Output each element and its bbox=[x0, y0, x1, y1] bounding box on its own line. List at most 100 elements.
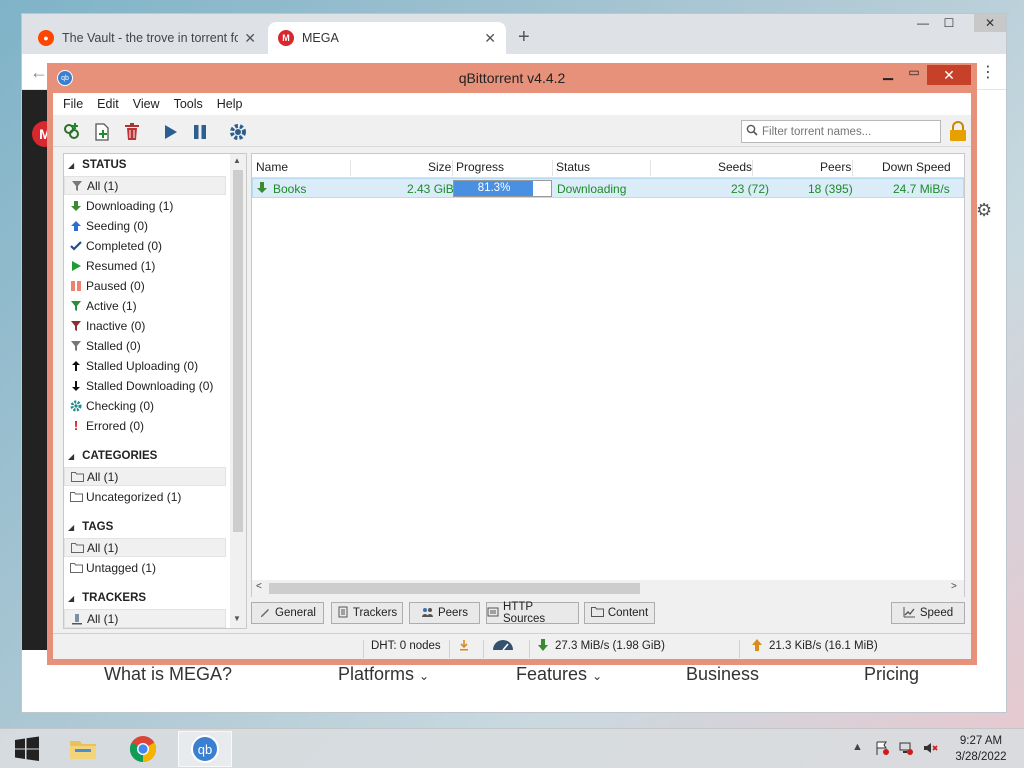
lock-icon[interactable] bbox=[947, 121, 967, 143]
flag-notification-icon[interactable] bbox=[874, 740, 890, 759]
speed-limit-icon[interactable] bbox=[491, 638, 515, 655]
categories-section-header[interactable]: ◢ CATEGORIES bbox=[68, 450, 157, 462]
trackers-section-header[interactable]: ◢ TRACKERS bbox=[68, 592, 146, 604]
volume-muted-icon[interactable] bbox=[922, 740, 938, 759]
menu-edit[interactable]: Edit bbox=[97, 97, 129, 111]
mega-nav-what-is-mega[interactable]: What is MEGA? bbox=[104, 664, 232, 685]
chrome-taskbar-icon[interactable] bbox=[116, 731, 170, 767]
start-button[interactable] bbox=[0, 731, 54, 767]
scroll-down-icon[interactable]: ▼ bbox=[233, 614, 241, 623]
close-button[interactable]: ✕ bbox=[927, 65, 971, 85]
stalled-down-icon bbox=[68, 378, 84, 394]
add-torrent-link-icon[interactable] bbox=[61, 121, 83, 143]
tab-general[interactable]: General bbox=[251, 602, 324, 624]
status-filter-all[interactable]: All (1) bbox=[64, 176, 226, 195]
tab-http-sources[interactable]: HTTP Sources bbox=[486, 601, 579, 625]
scroll-up-icon[interactable]: ▲ bbox=[233, 156, 241, 165]
torrent-list: Name Size Progress Status Seeds Peers Do… bbox=[251, 153, 965, 597]
show-hidden-icons-icon[interactable]: ▲ bbox=[852, 741, 863, 753]
menu-file[interactable]: File bbox=[63, 97, 93, 111]
window-title: qBittorrent v4.4.2 bbox=[458, 70, 566, 86]
status-section-header[interactable]: ◢ STATUS bbox=[68, 159, 126, 171]
mega-nav-business[interactable]: Business bbox=[686, 664, 759, 685]
status-filter-inactive[interactable]: Inactive (0) bbox=[64, 316, 226, 335]
tab-content[interactable]: Content bbox=[584, 602, 655, 624]
connection-status-icon[interactable] bbox=[457, 638, 471, 655]
status-separator bbox=[363, 640, 364, 658]
back-arrow-icon[interactable]: ← bbox=[30, 62, 48, 83]
status-filter-active[interactable]: Active (1) bbox=[64, 296, 226, 315]
scrollbar-thumb[interactable] bbox=[269, 583, 640, 594]
tab-peers[interactable]: Peers bbox=[409, 602, 480, 624]
status-filter-paused[interactable]: Paused (0) bbox=[64, 276, 226, 295]
status-filter-stalled[interactable]: Stalled (0) bbox=[64, 336, 226, 355]
folder-icon bbox=[68, 489, 84, 505]
network-icon[interactable] bbox=[898, 740, 914, 759]
menu-help[interactable]: Help bbox=[217, 97, 253, 111]
column-peers[interactable]: Peers bbox=[820, 160, 851, 174]
status-filter-stalled-uploading[interactable]: Stalled Uploading (0) bbox=[64, 356, 226, 375]
add-torrent-file-icon[interactable] bbox=[91, 121, 113, 143]
category-uncategorized[interactable]: Uncategorized (1) bbox=[64, 487, 226, 506]
options-gear-icon[interactable] bbox=[227, 121, 249, 143]
mega-nav-platforms[interactable]: Platforms ⌄ bbox=[338, 664, 429, 685]
browser-tab-the-vault[interactable]: ● The Vault - the trove in torrent fo ✕ bbox=[28, 22, 266, 54]
filter-search-box[interactable] bbox=[741, 120, 941, 143]
status-filter-checking[interactable]: Checking (0) bbox=[64, 396, 226, 415]
qbittorrent-taskbar-icon[interactable]: qb bbox=[178, 731, 232, 767]
tab-trackers[interactable]: Trackers bbox=[331, 602, 403, 624]
file-explorer-taskbar-icon[interactable] bbox=[56, 731, 110, 767]
sidebar-scrollbar[interactable]: ▲ ▼ bbox=[230, 154, 246, 628]
browser-minimize-button[interactable]: — bbox=[912, 14, 934, 32]
system-clock[interactable]: 9:27 AM 3/28/2022 bbox=[948, 733, 1014, 765]
status-label: Seeding (0) bbox=[86, 218, 149, 233]
close-tab-icon[interactable]: ✕ bbox=[484, 30, 496, 47]
maximize-button[interactable]: ▭ bbox=[901, 65, 927, 85]
menu-tools[interactable]: Tools bbox=[174, 97, 213, 111]
column-status[interactable]: Status bbox=[556, 160, 590, 174]
pause-icon[interactable] bbox=[189, 121, 211, 143]
mega-nav-pricing[interactable]: Pricing bbox=[864, 664, 919, 685]
menu-view[interactable]: View bbox=[133, 97, 170, 111]
status-filter-resumed[interactable]: Resumed (1) bbox=[64, 256, 226, 275]
column-seeds[interactable]: Seeds bbox=[718, 160, 752, 174]
status-filter-completed[interactable]: Completed (0) bbox=[64, 236, 226, 255]
minimize-button[interactable]: ▁ bbox=[875, 65, 901, 85]
scrollbar-thumb[interactable] bbox=[233, 170, 243, 532]
browser-close-button[interactable]: ✕ bbox=[974, 14, 1006, 32]
tag-all[interactable]: All (1) bbox=[64, 538, 226, 557]
column-down-speed[interactable]: Down Speed bbox=[882, 160, 951, 174]
filter-torrent-input[interactable] bbox=[762, 125, 932, 138]
resume-play-icon[interactable] bbox=[159, 121, 181, 143]
tags-header-label: TAGS bbox=[82, 521, 114, 533]
status-filter-stalled-downloading[interactable]: Stalled Downloading (0) bbox=[64, 376, 226, 395]
browser-maximize-button[interactable]: ☐ bbox=[938, 14, 960, 32]
torrent-row[interactable]: Books 2.43 GiB 81.3% Downloading 23 (72)… bbox=[252, 178, 964, 198]
browser-menu-icon[interactable]: ⋮ bbox=[980, 62, 996, 82]
close-tab-icon[interactable]: ✕ bbox=[244, 30, 256, 47]
category-all[interactable]: All (1) bbox=[64, 467, 226, 486]
scroll-left-icon[interactable]: < bbox=[256, 581, 262, 592]
delete-trash-icon[interactable] bbox=[121, 121, 143, 143]
progress-text: 81.3% bbox=[477, 182, 511, 194]
status-filter-downloading[interactable]: Downloading (1) bbox=[64, 196, 226, 215]
speed-button[interactable]: Speed bbox=[891, 602, 965, 624]
tags-section-header[interactable]: ◢ TAGS bbox=[68, 521, 113, 533]
column-name[interactable]: Name bbox=[256, 160, 288, 174]
horizontal-scrollbar[interactable]: < > bbox=[252, 580, 964, 597]
new-tab-button[interactable]: + bbox=[518, 26, 530, 49]
status-filter-seeding[interactable]: Seeding (0) bbox=[64, 216, 226, 235]
qbittorrent-titlebar[interactable]: qb qBittorrent v4.4.2 ▁ ▭ ✕ bbox=[47, 63, 977, 93]
collapse-triangle-icon: ◢ bbox=[68, 593, 75, 603]
tracker-all[interactable]: All (1) bbox=[64, 609, 226, 628]
gear-icon[interactable]: ⚙ bbox=[976, 200, 992, 221]
active-filter-icon bbox=[68, 298, 84, 314]
tag-untagged[interactable]: Untagged (1) bbox=[64, 558, 226, 577]
column-size[interactable]: Size bbox=[428, 160, 451, 174]
status-filter-errored[interactable]: ! Errored (0) bbox=[64, 416, 226, 435]
column-progress[interactable]: Progress bbox=[456, 160, 504, 174]
mega-nav-features[interactable]: Features ⌄ bbox=[516, 664, 602, 685]
scroll-right-icon[interactable]: > bbox=[951, 581, 957, 592]
qbittorrent-app-icon: qb bbox=[191, 735, 219, 763]
browser-tab-mega[interactable]: M MEGA ✕ bbox=[268, 22, 506, 54]
